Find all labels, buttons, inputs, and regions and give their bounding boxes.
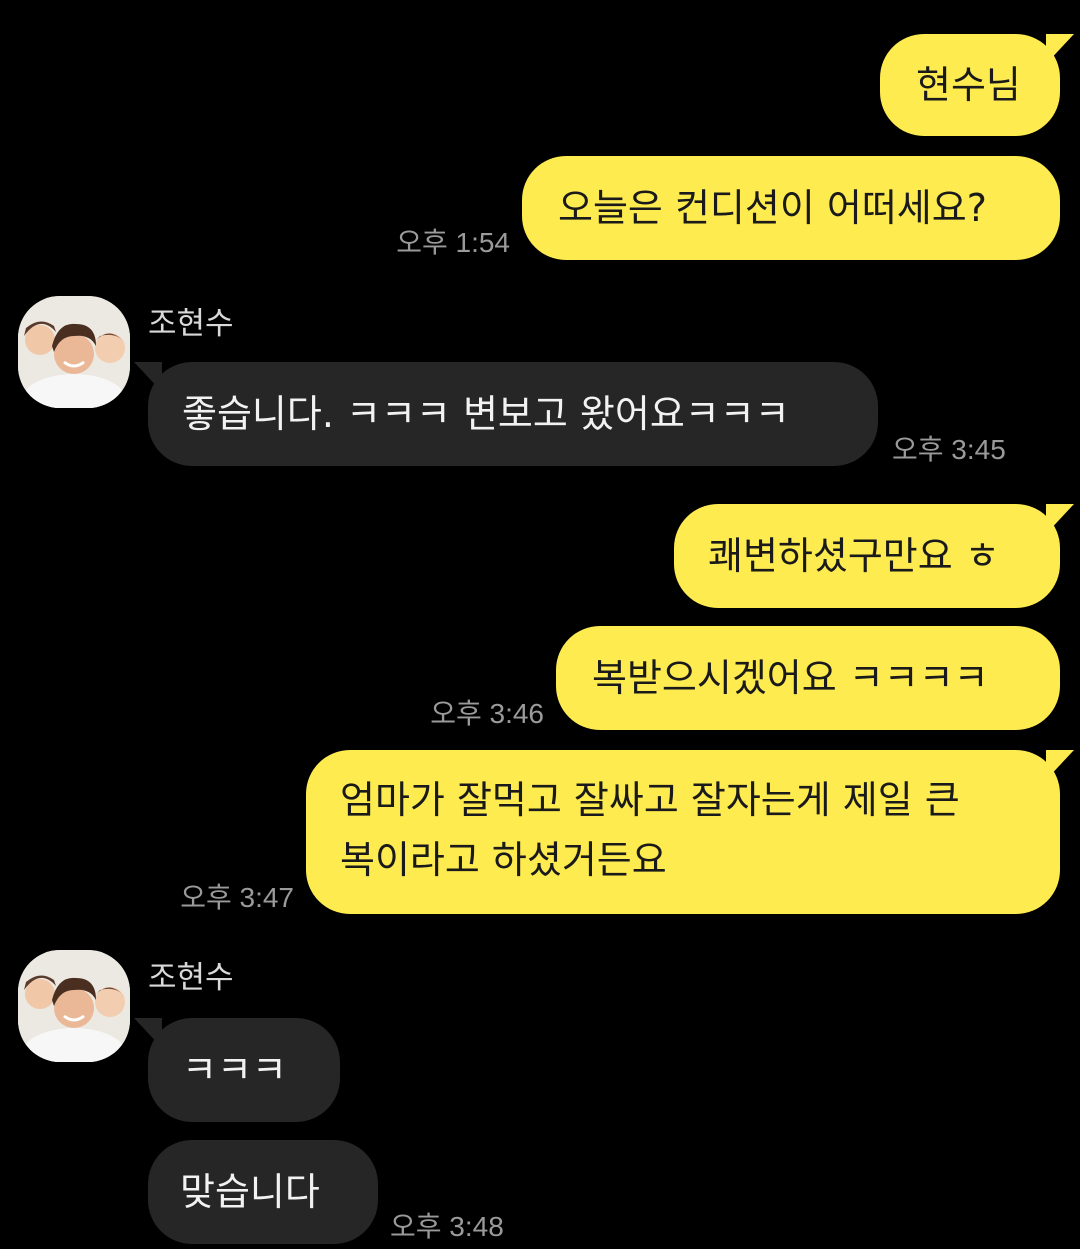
message-timestamp: 오후 3:46: [430, 698, 544, 729]
sender-avatar[interactable]: [18, 950, 130, 1062]
message-text-line: 복이라고 하셨거든요: [340, 838, 667, 882]
my-message-bubble[interactable]: 쾌변하셨구만요 ㅎ: [674, 504, 1074, 608]
other-message-bubble[interactable]: 좋습니다. ㅋㅋㅋ 변보고 왔어요ㅋㅋㅋ: [134, 362, 878, 466]
message-timestamp: 오후 3:45: [892, 434, 1006, 465]
message-text: 쾌변하셨구만요 ㅎ: [708, 534, 1000, 578]
sender-name: 조현수: [148, 960, 234, 996]
message-text: 맞습니다: [180, 1170, 320, 1214]
profile-photo-icon: [18, 296, 130, 408]
message-timestamp: 오후 3:48: [390, 1211, 504, 1242]
message-text-line: 엄마가 잘먹고 잘싸고 잘자는게 제일 큰: [340, 778, 960, 822]
message-text: 오늘은 컨디션이 어떠세요?: [558, 186, 987, 230]
message-timestamp: 오후 1:54: [396, 227, 510, 258]
message-text: 현수님: [916, 63, 1021, 107]
profile-photo-icon: [18, 950, 130, 1062]
message-text: 좋습니다. ㅋㅋㅋ 변보고 왔어요ㅋㅋㅋ: [182, 392, 790, 436]
other-message-bubble[interactable]: 맞습니다: [148, 1140, 378, 1244]
message-timestamp: 오후 3:47: [180, 882, 294, 913]
my-message-bubble[interactable]: 현수님: [880, 34, 1074, 136]
sender-avatar[interactable]: [18, 296, 130, 408]
sender-name: 조현수: [148, 306, 234, 342]
message-text: ㅋㅋㅋ: [182, 1048, 287, 1092]
message-text: 복받으시겠어요 ㅋㅋㅋㅋ: [592, 656, 989, 700]
my-message-bubble[interactable]: 오늘은 컨디션이 어떠세요?: [522, 156, 1060, 260]
my-message-bubble[interactable]: 복받으시겠어요 ㅋㅋㅋㅋ: [556, 626, 1060, 730]
my-message-bubble[interactable]: 엄마가 잘먹고 잘싸고 잘자는게 제일 큰 복이라고 하셨거든요: [306, 750, 1074, 914]
other-message-bubble[interactable]: ㅋㅋㅋ: [134, 1018, 340, 1122]
